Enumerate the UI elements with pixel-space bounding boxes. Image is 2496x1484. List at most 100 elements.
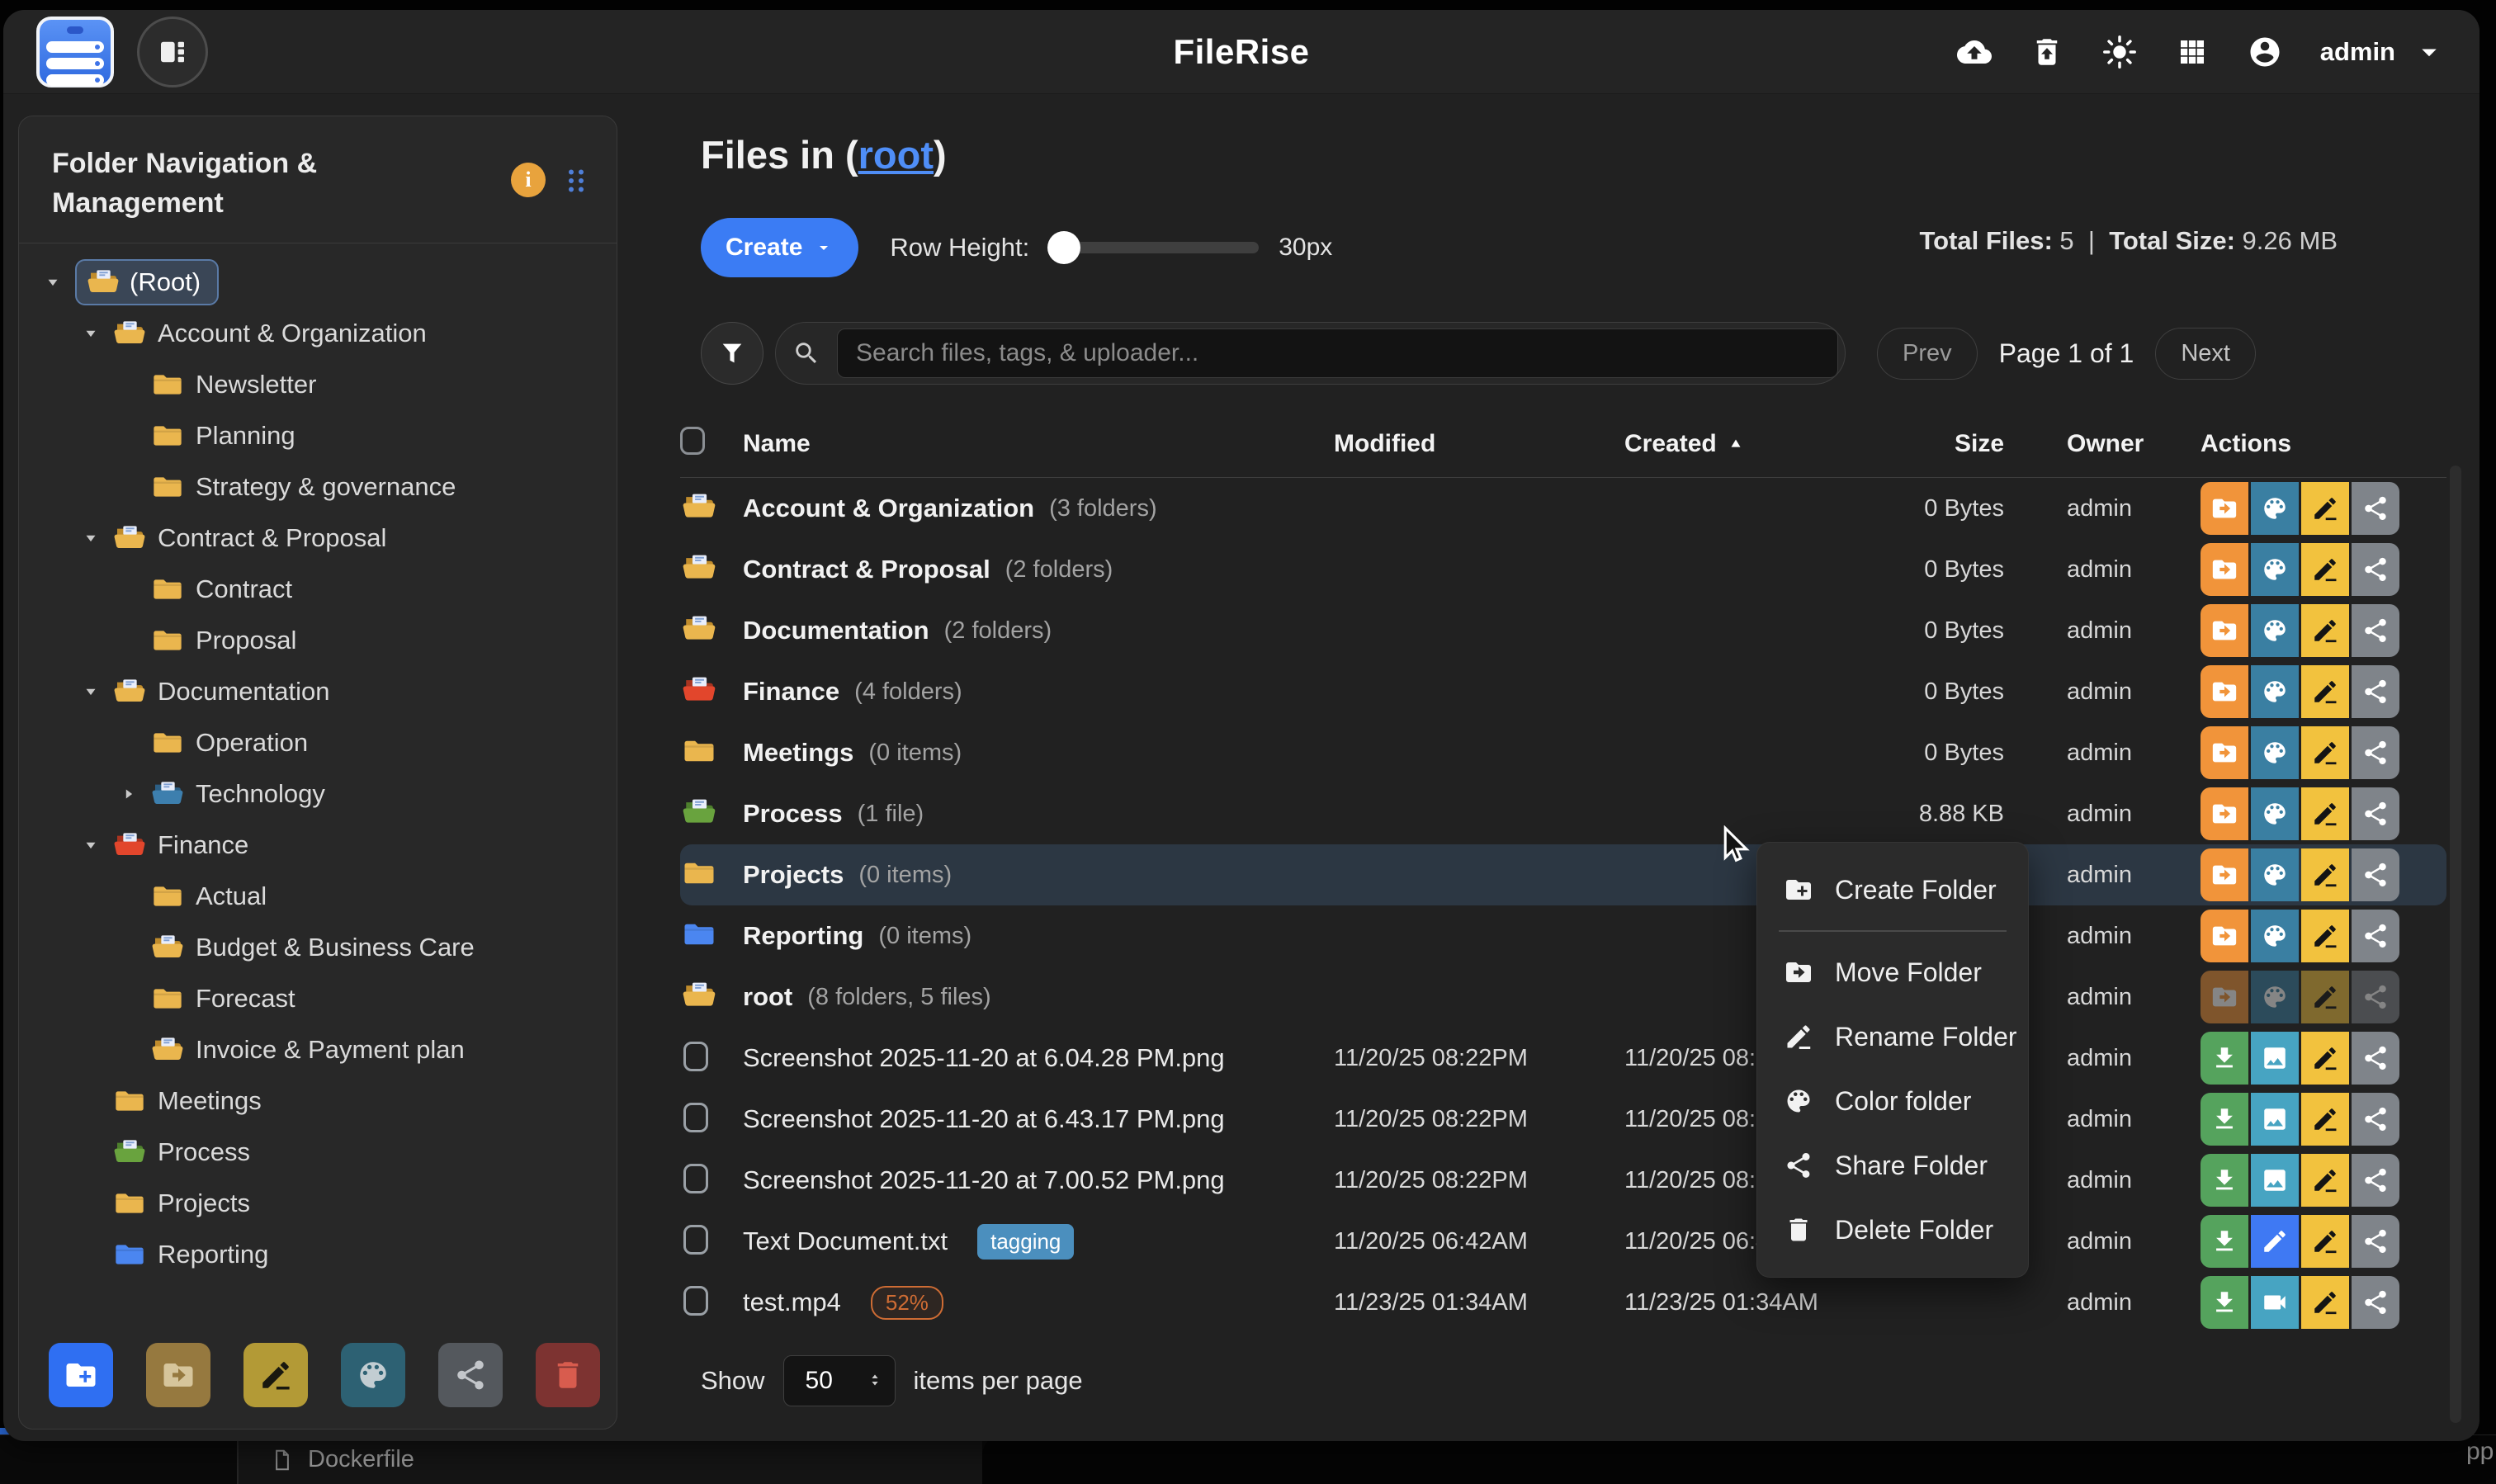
pencil-action-button[interactable] [2301, 1276, 2349, 1329]
filter-button[interactable] [701, 322, 763, 385]
column-header-owner[interactable]: Owner [2019, 430, 2143, 458]
tree-item-operation[interactable]: Operation [31, 717, 605, 768]
folder-move-action-button[interactable] [2201, 665, 2248, 718]
palette-action-button[interactable] [2251, 787, 2299, 840]
table-row-test-mp4[interactable]: test.mp452%11/23/25 01:34AM11/23/25 01:3… [680, 1272, 2446, 1333]
pencil-action-button[interactable] [2301, 665, 2349, 718]
caret-down-icon[interactable] [80, 323, 102, 344]
tree-item-actual[interactable]: Actual [31, 871, 605, 922]
context-menu-item-color-folder[interactable]: Color folder [1757, 1069, 2028, 1133]
video-action-button[interactable] [2251, 1276, 2299, 1329]
context-menu-item-delete-folder[interactable]: Delete Folder [1757, 1198, 2028, 1262]
image-action-button[interactable] [2251, 1032, 2299, 1085]
delete-folder-button[interactable] [536, 1343, 600, 1407]
next-page-button[interactable]: Next [2155, 328, 2256, 380]
download-action-button[interactable] [2201, 1276, 2248, 1329]
row-checkbox[interactable] [683, 1042, 708, 1071]
palette-action-button[interactable] [2251, 971, 2299, 1023]
table-row-screenshot-2025-11-20-at-7-00-52-pm-png[interactable]: Screenshot 2025-11-20 at 7.00.52 PM.png1… [680, 1150, 2446, 1211]
table-row-finance[interactable]: Finance(4 folders)0 Bytesadmin [680, 661, 2446, 722]
download-action-button[interactable] [2201, 1215, 2248, 1268]
download-action-button[interactable] [2201, 1154, 2248, 1207]
palette-action-button[interactable] [2251, 848, 2299, 901]
tree-item-forecast[interactable]: Forecast [31, 973, 605, 1024]
folder-move-action-button[interactable] [2201, 543, 2248, 596]
tree-item-strategy-governance[interactable]: Strategy & governance [31, 461, 605, 513]
folder-move-action-button[interactable] [2201, 910, 2248, 962]
filerise-logo-icon[interactable] [36, 17, 114, 87]
search-input[interactable] [837, 328, 1838, 378]
row-checkbox[interactable] [683, 1103, 708, 1132]
column-header-size[interactable]: Size [1907, 430, 2019, 458]
context-menu-item-rename-folder[interactable]: Rename Folder [1757, 1004, 2028, 1069]
share-action-button[interactable] [2352, 604, 2399, 657]
palette-action-button[interactable] [2251, 910, 2299, 962]
tree-item-technology[interactable]: Technology [31, 768, 605, 820]
pencil-action-button[interactable] [2301, 482, 2349, 535]
tree-item-finance[interactable]: Finance [31, 820, 605, 871]
user-menu[interactable]: admin [2320, 35, 2446, 69]
create-button[interactable]: Create [701, 218, 858, 277]
rename-folder-button[interactable] [243, 1343, 308, 1407]
tree-item-root[interactable]: (Root) [31, 257, 605, 308]
table-row-meetings[interactable]: Meetings(0 items)0 Bytesadmin [680, 722, 2446, 783]
row-checkbox[interactable] [683, 1286, 708, 1316]
tree-item-invoice-payment-plan[interactable]: Invoice & Payment plan [31, 1024, 605, 1075]
palette-action-button[interactable] [2251, 482, 2299, 535]
root-breadcrumb-link[interactable]: root [858, 133, 934, 177]
pencil-action-button[interactable] [2301, 1032, 2349, 1085]
palette-action-button[interactable] [2251, 726, 2299, 779]
column-header-modified[interactable]: Modified [1334, 430, 1624, 458]
column-header-created[interactable]: Created [1624, 430, 1907, 458]
share-action-button[interactable] [2352, 665, 2399, 718]
caret-down-icon[interactable] [42, 272, 64, 293]
selected-root-chip[interactable]: (Root) [75, 259, 219, 305]
image-action-button[interactable] [2251, 1154, 2299, 1207]
share-action-button[interactable] [2352, 971, 2399, 1023]
apps-grid-icon[interactable] [2175, 35, 2210, 69]
share-action-button[interactable] [2352, 848, 2399, 901]
info-icon[interactable]: i [511, 163, 546, 197]
slider-thumb[interactable] [1047, 231, 1080, 264]
table-row-contract-proposal[interactable]: Contract & Proposal(2 folders)0 Bytesadm… [680, 539, 2446, 600]
pencil-action-button[interactable] [2301, 604, 2349, 657]
context-menu-item-share-folder[interactable]: Share Folder [1757, 1133, 2028, 1198]
table-row-process[interactable]: Process(1 file)8.88 KBadmin [680, 783, 2446, 844]
tree-item-process[interactable]: Process [31, 1127, 605, 1178]
table-row-documentation[interactable]: Documentation(2 folders)0 Bytesadmin [680, 600, 2446, 661]
tree-item-budget-business-care[interactable]: Budget & Business Care [31, 922, 605, 973]
color-folder-button[interactable] [341, 1343, 405, 1407]
share-action-button[interactable] [2352, 1276, 2399, 1329]
share-action-button[interactable] [2352, 1154, 2399, 1207]
share-folder-button[interactable] [438, 1343, 503, 1407]
share-action-button[interactable] [2352, 787, 2399, 840]
pencil-action-button[interactable] [2301, 726, 2349, 779]
pencil-action-button[interactable] [2301, 1154, 2349, 1207]
tree-item-account-organization[interactable]: Account & Organization [31, 308, 605, 359]
account-circle-icon[interactable] [2248, 35, 2282, 69]
share-action-button[interactable] [2352, 726, 2399, 779]
folder-move-action-button[interactable] [2201, 848, 2248, 901]
palette-action-button[interactable] [2251, 543, 2299, 596]
table-row-projects[interactable]: Projects(0 items)0 Bytesadmin [680, 844, 2446, 905]
tree-item-documentation[interactable]: Documentation [31, 666, 605, 717]
context-menu-item-move-folder[interactable]: Move Folder [1757, 940, 2028, 1004]
table-row-screenshot-2025-11-20-at-6-43-17-pm-png[interactable]: Screenshot 2025-11-20 at 6.43.17 PM.png1… [680, 1089, 2446, 1150]
tree-item-planning[interactable]: Planning [31, 410, 605, 461]
context-menu-item-create-folder[interactable]: Create Folder [1757, 858, 2028, 922]
tree-item-projects[interactable]: Projects [31, 1178, 605, 1229]
row-height-slider[interactable] [1051, 242, 1259, 253]
pencil-action-button[interactable] [2301, 848, 2349, 901]
caret-down-icon[interactable] [80, 681, 102, 702]
edit-action-button[interactable] [2251, 1215, 2299, 1268]
folder-move-action-button[interactable] [2201, 971, 2248, 1023]
tree-item-reporting[interactable]: Reporting [31, 1229, 605, 1280]
palette-action-button[interactable] [2251, 665, 2299, 718]
table-row-text-document-txt[interactable]: Text Document.txttagging11/20/25 06:42AM… [680, 1211, 2446, 1272]
folder-move-action-button[interactable] [2201, 604, 2248, 657]
tree-item-contract[interactable]: Contract [31, 564, 605, 615]
pencil-action-button[interactable] [2301, 543, 2349, 596]
tree-item-meetings[interactable]: Meetings [31, 1075, 605, 1127]
tree-item-proposal[interactable]: Proposal [31, 615, 605, 666]
palette-action-button[interactable] [2251, 604, 2299, 657]
